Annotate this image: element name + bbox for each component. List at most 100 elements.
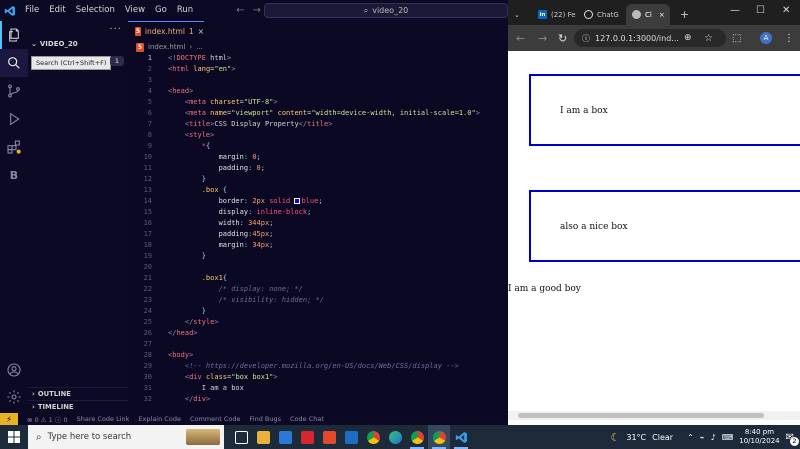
problems-status[interactable]: ⊗ 0 ⚠ 1 ⓘ 0: [27, 414, 68, 424]
code-line[interactable]: 31 I am a box: [128, 383, 508, 394]
edge-icon[interactable]: [384, 425, 406, 449]
search-icon[interactable]: [0, 49, 28, 77]
menu-go[interactable]: Go: [150, 0, 172, 21]
menu-file[interactable]: File: [20, 0, 44, 21]
tab-index-html[interactable]: 5 index.html 1 ×: [128, 21, 204, 41]
weather-text[interactable]: Clear: [652, 433, 673, 442]
code-line[interactable]: 30 <div class="box box1">: [128, 372, 508, 383]
code-line[interactable]: 28 <body>: [128, 350, 508, 361]
code-line[interactable]: 25 </style>: [128, 317, 508, 328]
code-line[interactable]: 10 margin: 0;: [128, 152, 508, 163]
code-line[interactable]: 6 <meta name="viewport" content="width=d…: [128, 108, 508, 119]
status-comment-code[interactable]: Comment Code: [190, 415, 241, 423]
acrobat-icon[interactable]: [296, 425, 318, 449]
code-line[interactable]: 17 padding:45px;: [128, 229, 508, 240]
code-line[interactable]: 20: [128, 262, 508, 273]
code-line[interactable]: 22 /* display: none; */: [128, 284, 508, 295]
menu-selection[interactable]: Selection: [71, 0, 120, 21]
code-editor[interactable]: 1 <!DOCTYPE html> 2 <html lang="en"> 3 4 <head…: [128, 53, 508, 413]
windows-start-icon[interactable]: [0, 425, 28, 449]
nav-back-button[interactable]: ←: [236, 5, 244, 16]
code-line[interactable]: 19 }: [128, 251, 508, 262]
remote-indicator-icon[interactable]: ⚡: [0, 413, 18, 425]
settings-gear-icon[interactable]: [0, 383, 28, 411]
language-icon[interactable]: ⌨: [722, 433, 734, 442]
close-window-button[interactable]: ✕: [782, 5, 790, 16]
taskbar-search[interactable]: ⌕ Type here to search: [28, 425, 224, 449]
code-line[interactable]: 9 *{: [128, 141, 508, 152]
code-line[interactable]: 11 padding: 0;: [128, 163, 508, 174]
nav-forward-button[interactable]: →: [253, 5, 261, 16]
network-icon[interactable]: ⌁: [700, 433, 705, 442]
profile-avatar[interactable]: A: [760, 32, 772, 44]
chrome-icon[interactable]: [362, 425, 384, 449]
breadcrumb-file[interactable]: index.html: [148, 43, 185, 51]
code-line[interactable]: 7 <title>CSS Display Property</title>: [128, 119, 508, 130]
status-share-code-link[interactable]: Share Code Link: [77, 415, 130, 423]
office-icon[interactable]: [318, 425, 340, 449]
bookmark-star-icon[interactable]: ☆: [704, 33, 713, 44]
outline-section[interactable]: › OUTLINE: [28, 387, 128, 400]
vscode-taskbar-icon[interactable]: [450, 425, 472, 449]
outlook-icon[interactable]: [340, 425, 362, 449]
back-arrow-icon[interactable]: ←: [516, 32, 525, 45]
new-tab-button[interactable]: +: [674, 4, 690, 25]
code-line[interactable]: 26 </head>: [128, 328, 508, 339]
code-line[interactable]: 5 <meta charset="UTF-8">: [128, 97, 508, 108]
code-line[interactable]: 27: [128, 339, 508, 350]
code-line[interactable]: 8 <style>: [128, 130, 508, 141]
chrome-tab-active[interactable]: Cl ×: [626, 4, 670, 25]
code-line[interactable]: 23 /* visibility: hidden; */: [128, 295, 508, 306]
file-explorer-icon[interactable]: [252, 425, 274, 449]
zoom-icon[interactable]: ⊕: [684, 33, 692, 43]
extensions-puzzle-icon[interactable]: ⬚: [732, 33, 741, 44]
menu-edit[interactable]: Edit: [44, 0, 70, 21]
chrome-menu-icon[interactable]: ⋮: [784, 33, 794, 44]
code-line[interactable]: 4 <head>: [128, 86, 508, 97]
account-icon[interactable]: [0, 356, 28, 384]
code-line[interactable]: 16 width: 344px;: [128, 218, 508, 229]
code-line[interactable]: 14 border: 2px solid blue;: [128, 196, 508, 207]
mail-icon[interactable]: [274, 425, 296, 449]
task-view-icon[interactable]: [230, 425, 252, 449]
tab-search-button[interactable]: ⌄: [510, 4, 530, 25]
code-line[interactable]: 13 .box {: [128, 185, 508, 196]
breadcrumb-more[interactable]: ...: [196, 43, 203, 51]
code-line[interactable]: 18 margin: 34px;: [128, 240, 508, 251]
run-debug-icon[interactable]: [0, 105, 28, 133]
code-line[interactable]: 15 display: inline-block;: [128, 207, 508, 218]
code-line[interactable]: 29 <!-- https://developer.mozilla.org/en…: [128, 361, 508, 372]
explorer-more-button[interactable]: ···: [28, 21, 128, 37]
chrome-tab-close-button[interactable]: ×: [659, 11, 665, 19]
code-line[interactable]: 21 .box1{: [128, 273, 508, 284]
source-control-icon[interactable]: [0, 77, 28, 105]
scrollbar-thumb[interactable]: [518, 413, 764, 418]
status-explain-code[interactable]: Explain Code: [138, 415, 181, 423]
chrome-tab-linkedin[interactable]: in (22) Fe: [532, 4, 576, 25]
notification-icon[interactable]: ✉ 2: [786, 432, 799, 446]
status-code-chat[interactable]: Code Chat: [290, 415, 324, 423]
explorer-icon[interactable]: [0, 21, 28, 49]
code-line[interactable]: 12 }: [128, 174, 508, 185]
folder-header[interactable]: ⌄ VIDEO_20: [28, 37, 128, 51]
reload-icon[interactable]: ↻: [558, 32, 567, 45]
volume-icon[interactable]: ♪: [711, 433, 716, 442]
code-line[interactable]: 24 }: [128, 306, 508, 317]
tab-close-button[interactable]: ×: [198, 27, 204, 36]
forward-arrow-icon[interactable]: →: [538, 32, 547, 45]
clock[interactable]: 8:40 pm 10/10/2024: [739, 428, 779, 446]
command-center[interactable]: ⌕ video_20: [264, 3, 508, 18]
chrome-tab-chatgpt[interactable]: ChatG: [578, 4, 624, 25]
menu-view[interactable]: View: [120, 0, 150, 21]
minimize-button[interactable]: —: [730, 5, 740, 16]
code-line[interactable]: 32 </div>: [128, 394, 508, 405]
code-line[interactable]: 3: [128, 75, 508, 86]
horizontal-scrollbar[interactable]: [508, 411, 800, 420]
chrome-3-icon[interactable]: [428, 425, 450, 449]
chevron-up-icon[interactable]: ⌃: [687, 433, 694, 442]
extension-b-icon[interactable]: B: [0, 161, 28, 189]
code-line[interactable]: 2 <html lang="en">: [128, 64, 508, 75]
extensions-icon[interactable]: [0, 133, 28, 161]
timeline-section[interactable]: › TIMELINE: [28, 400, 128, 413]
code-line[interactable]: 1 <!DOCTYPE html>: [128, 53, 508, 64]
